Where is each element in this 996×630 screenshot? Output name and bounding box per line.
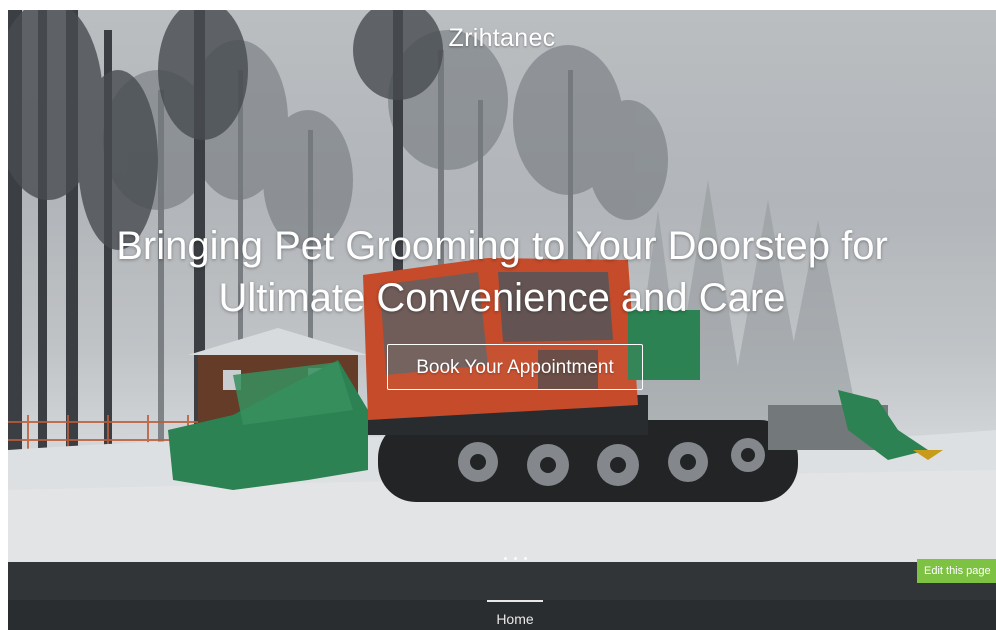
hero-headline-line1: Bringing Pet Grooming to Your Doorstep f… — [116, 224, 888, 268]
nav-item-home[interactable]: Home — [487, 600, 543, 630]
scroll-indicator[interactable] — [500, 555, 530, 562]
book-appointment-button[interactable]: Book Your Appointment — [387, 344, 643, 390]
section-band — [8, 562, 996, 600]
page-frame: Zrihtanec Bringing Pet Grooming to Your … — [8, 10, 996, 630]
main-navigation: Home — [8, 600, 996, 630]
edit-page-button[interactable]: Edit this page — [917, 559, 996, 583]
hero-headline: Bringing Pet Grooming to Your Doorstep f… — [48, 220, 956, 324]
hero-headline-line2: Ultimate Convenience and Care — [218, 276, 786, 320]
hero-section: Zrihtanec Bringing Pet Grooming to Your … — [8, 10, 996, 562]
site-title[interactable]: Zrihtanec — [8, 24, 996, 53]
